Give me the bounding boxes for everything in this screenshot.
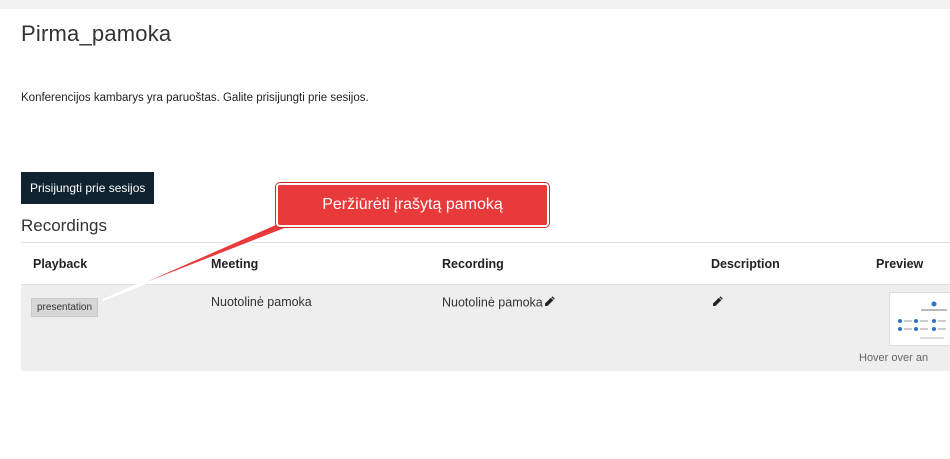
description-cell (711, 295, 724, 311)
callout-arrow (102, 218, 311, 301)
recordings-table-header: Playback Meeting Recording Description P… (21, 242, 950, 284)
page-container: Pirma_pamoka Konferencijos kambarys yra … (0, 9, 950, 459)
column-header-description: Description (711, 257, 780, 271)
column-header-recording: Recording (442, 257, 504, 271)
room-ready-notice: Konferencijos kambarys yra paruoštas. Ga… (21, 92, 369, 104)
preview-thumbnail[interactable] (889, 292, 950, 346)
column-header-meeting: Meeting (211, 257, 259, 271)
page-title: Pirma_pamoka (21, 21, 172, 46)
column-header-preview: Preview (876, 257, 924, 271)
recording-name-cell: Nuotolinė pamoka (442, 295, 556, 311)
table-row: presentation Nuotolinė pamoka Nuotolinė … (21, 284, 950, 371)
annotation-callout: Peržiūrėti įrašytą pamoką (276, 183, 549, 227)
pencil-icon[interactable] (543, 295, 556, 311)
meeting-name: Nuotolinė pamoka (211, 295, 312, 309)
preview-hint: Hover over an (859, 352, 929, 364)
column-header-playback: Playback (33, 257, 88, 271)
playback-presentation-button[interactable]: presentation (31, 298, 99, 317)
pencil-icon[interactable] (711, 295, 724, 311)
recordings-heading: Recordings (21, 216, 107, 235)
recording-name: Nuotolinė pamoka (442, 295, 543, 310)
join-session-button[interactable]: Prisijungti prie sesijos (21, 172, 155, 204)
